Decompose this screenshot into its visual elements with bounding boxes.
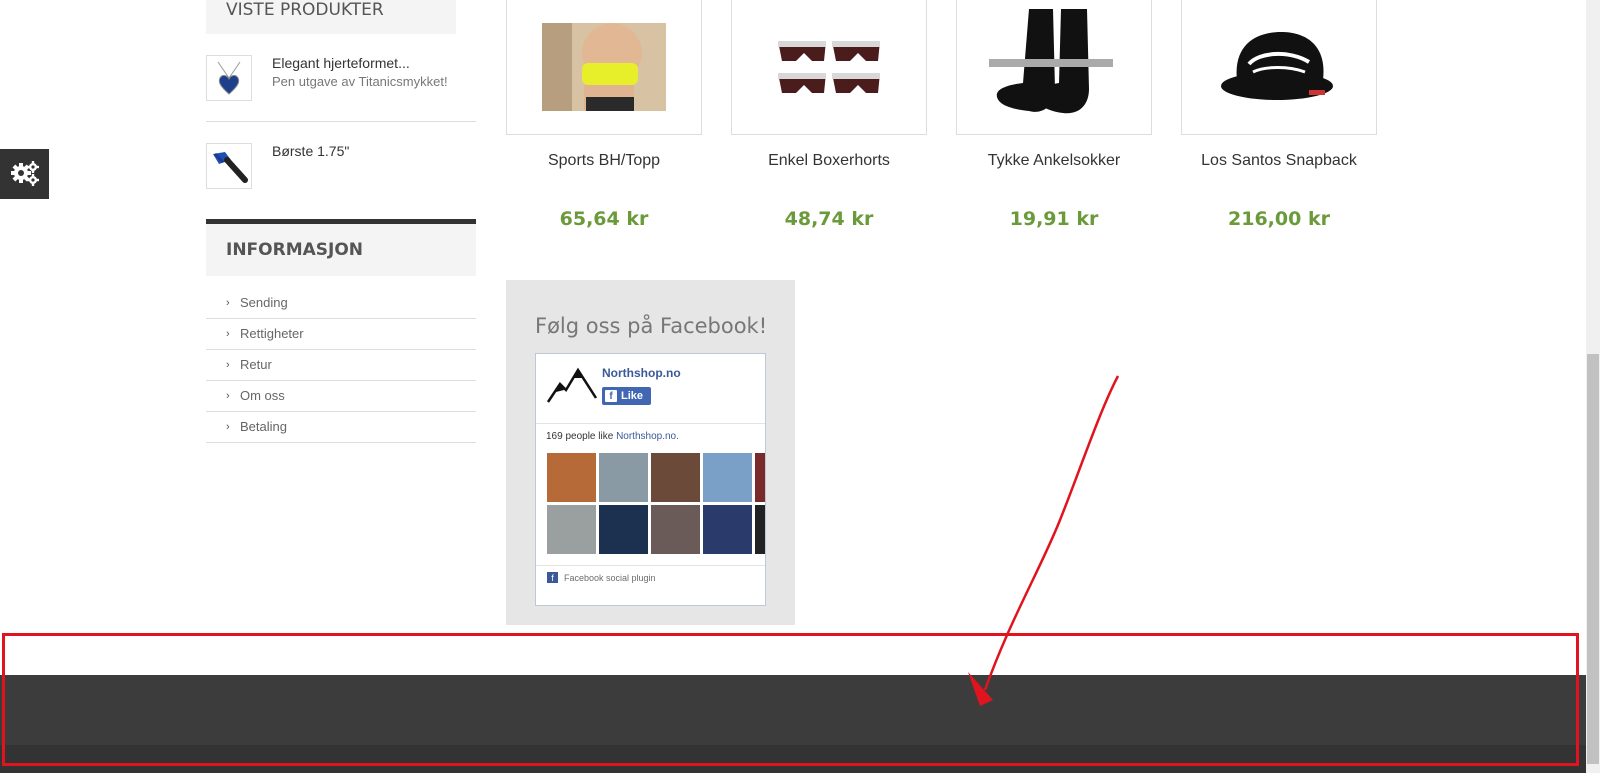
annotation-highlight-box: [2, 633, 1579, 766]
product-price: 216,00 kr: [1228, 208, 1330, 230]
fan-avatar[interactable]: [755, 505, 765, 554]
info-link-retur[interactable]: › Retur: [206, 350, 476, 381]
facebook-like-box: Northshop.no f Like 169 people like North…: [535, 353, 766, 606]
product-image[interactable]: [731, 0, 927, 135]
fan-avatar[interactable]: [651, 505, 700, 554]
vertical-scrollbar[interactable]: [1586, 0, 1600, 773]
fan-avatar[interactable]: [755, 453, 765, 502]
fan-avatar[interactable]: [599, 505, 648, 554]
facebook-heading: Følg oss på Facebook!: [535, 314, 768, 338]
chevron-right-icon: ›: [226, 359, 230, 371]
viewed-product-name[interactable]: Børste 1.75": [272, 143, 349, 159]
info-link-sending[interactable]: › Sending: [206, 288, 476, 319]
product-thumbnail[interactable]: [206, 143, 252, 189]
product-name[interactable]: Enkel Boxerhorts: [731, 152, 927, 170]
settings-toggle-button[interactable]: [0, 149, 49, 199]
divider: [536, 565, 765, 566]
fan-faces-grid: [547, 453, 765, 557]
information-heading: INFORMASJON: [206, 224, 476, 276]
product-name[interactable]: Tykke Ankelsokker: [956, 152, 1152, 170]
chevron-right-icon: ›: [226, 390, 230, 402]
info-link-rettigheter[interactable]: › Rettigheter: [206, 319, 476, 350]
product-image[interactable]: [1181, 0, 1377, 135]
page-logo[interactable]: [546, 364, 598, 406]
divider: [206, 121, 476, 122]
like-count: 169 people like Northshop.no.: [546, 431, 679, 442]
product-image[interactable]: [506, 0, 702, 135]
product-image[interactable]: [956, 0, 1152, 135]
facebook-plugin-label[interactable]: f Facebook social plugin: [547, 572, 656, 583]
facebook-icon: f: [547, 572, 558, 583]
fan-avatar[interactable]: [703, 453, 752, 502]
facebook-page-link[interactable]: Northshop.no.: [616, 431, 679, 442]
chevron-right-icon: ›: [226, 328, 230, 340]
product-card[interactable]: Los Santos Snapback 216,00 kr: [1181, 0, 1377, 230]
product-card[interactable]: Tykke Ankelsokker 19,91 kr: [956, 0, 1152, 230]
product-name[interactable]: Los Santos Snapback: [1181, 152, 1377, 170]
chevron-right-icon: ›: [226, 297, 230, 309]
viewed-product-name[interactable]: Elegant hjerteformet...: [272, 55, 410, 71]
info-link-om-oss[interactable]: › Om oss: [206, 381, 476, 412]
gears-icon: [10, 161, 39, 186]
product-thumbnail[interactable]: [206, 55, 252, 101]
product-price: 48,74 kr: [784, 208, 874, 230]
facebook-page-link[interactable]: Northshop.no: [602, 366, 681, 380]
facebook-widget: Følg oss på Facebook! Northshop.no f Like…: [506, 280, 795, 625]
facebook-like-button[interactable]: f Like: [602, 387, 651, 405]
fan-avatar[interactable]: [547, 505, 596, 554]
viewed-products-heading: VISTE PRODUKTER: [206, 0, 456, 34]
info-link-betaling[interactable]: › Betaling: [206, 412, 476, 443]
viewed-product-desc: Pen utgave av Titanicsmykket!: [272, 74, 448, 89]
product-price: 65,64 kr: [559, 208, 649, 230]
scrollbar-thumb[interactable]: [1587, 354, 1599, 764]
information-list: › Sending › Rettigheter › Retur › Om oss › Be…: [206, 288, 476, 443]
fan-avatar[interactable]: [547, 453, 596, 502]
product-card[interactable]: Sports BH/Topp 65,64 kr: [506, 0, 702, 230]
fan-avatar[interactable]: [651, 453, 700, 502]
chevron-right-icon: ›: [226, 421, 230, 433]
fan-avatar[interactable]: [703, 505, 752, 554]
product-name[interactable]: Sports BH/Topp: [506, 152, 702, 170]
product-card[interactable]: Enkel Boxerhorts 48,74 kr: [731, 0, 927, 230]
facebook-icon: f: [605, 390, 617, 402]
divider: [536, 423, 765, 424]
fan-avatar[interactable]: [599, 453, 648, 502]
product-price: 19,91 kr: [1009, 208, 1099, 230]
